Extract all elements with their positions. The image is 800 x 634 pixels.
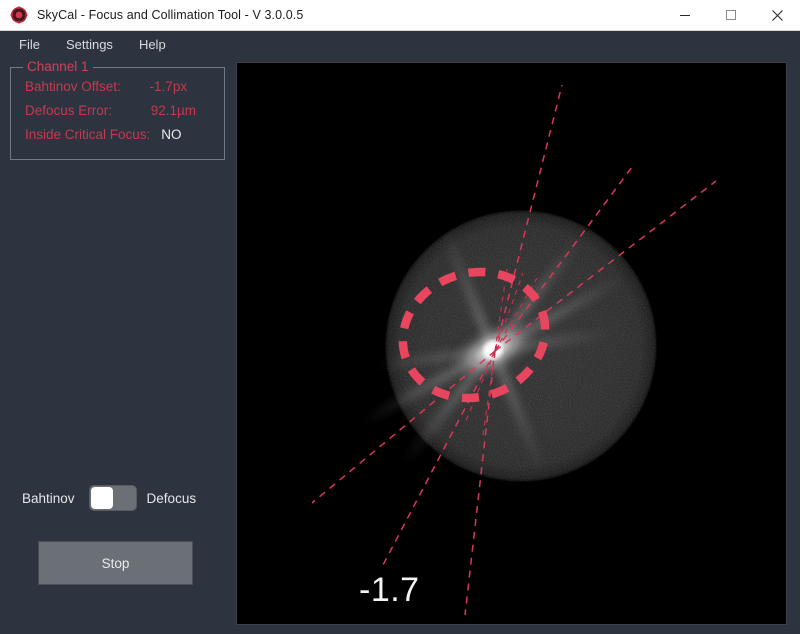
inside-critical-focus-row: Inside Critical Focus: NO	[11, 124, 224, 145]
toggle-right-label: Defocus	[147, 491, 197, 506]
bahtinov-offset-label: Bahtinov Offset:	[25, 79, 121, 94]
image-viewport[interactable]: -1.7	[236, 62, 787, 625]
bahtinov-offset-unit: px	[173, 79, 187, 94]
inside-critical-focus-value: NO	[150, 127, 181, 142]
defocus-error-value: 92.1	[112, 103, 177, 118]
left-control-panel: Channel 1 Bahtinov Offset: -1.7 px Defoc…	[0, 57, 236, 634]
bahtinov-defocus-toggle[interactable]	[89, 485, 137, 511]
toggle-knob[interactable]	[91, 487, 113, 509]
target-icon	[10, 6, 28, 24]
inside-critical-focus-label: Inside Critical Focus:	[25, 127, 150, 142]
defocus-error-label: Defocus Error:	[25, 103, 112, 118]
channel-1-group: Channel 1 Bahtinov Offset: -1.7 px Defoc…	[10, 67, 225, 160]
title-bar: SkyCal - Focus and Collimation Tool - V …	[0, 0, 800, 31]
viewport-right-gutter	[787, 62, 800, 625]
window-controls	[662, 0, 800, 31]
close-button[interactable]	[754, 0, 800, 31]
bahtinov-offset-overlay: -1.7	[359, 571, 420, 610]
minimize-button[interactable]	[662, 0, 708, 31]
mode-toggle-row: Bahtinov Defocus	[0, 483, 236, 513]
channel-group-title: Channel 1	[23, 59, 93, 74]
maximize-button[interactable]	[708, 0, 754, 31]
star-image-canvas	[237, 63, 786, 624]
defocus-error-unit: µm	[177, 103, 196, 118]
menu-bar: File Settings Help	[0, 31, 800, 57]
window-title: SkyCal - Focus and Collimation Tool - V …	[37, 8, 303, 22]
application-window: SkyCal - Focus and Collimation Tool - V …	[0, 0, 800, 634]
toggle-left-label: Bahtinov	[22, 491, 75, 506]
stop-button[interactable]: Stop	[38, 541, 193, 585]
menu-item-file[interactable]: File	[9, 34, 50, 55]
bahtinov-offset-value: -1.7	[121, 79, 173, 94]
defocus-error-row: Defocus Error: 92.1 µm	[11, 100, 224, 121]
menu-item-settings[interactable]: Settings	[56, 34, 123, 55]
menu-item-help[interactable]: Help	[129, 34, 176, 55]
bahtinov-offset-row: Bahtinov Offset: -1.7 px	[11, 76, 224, 97]
